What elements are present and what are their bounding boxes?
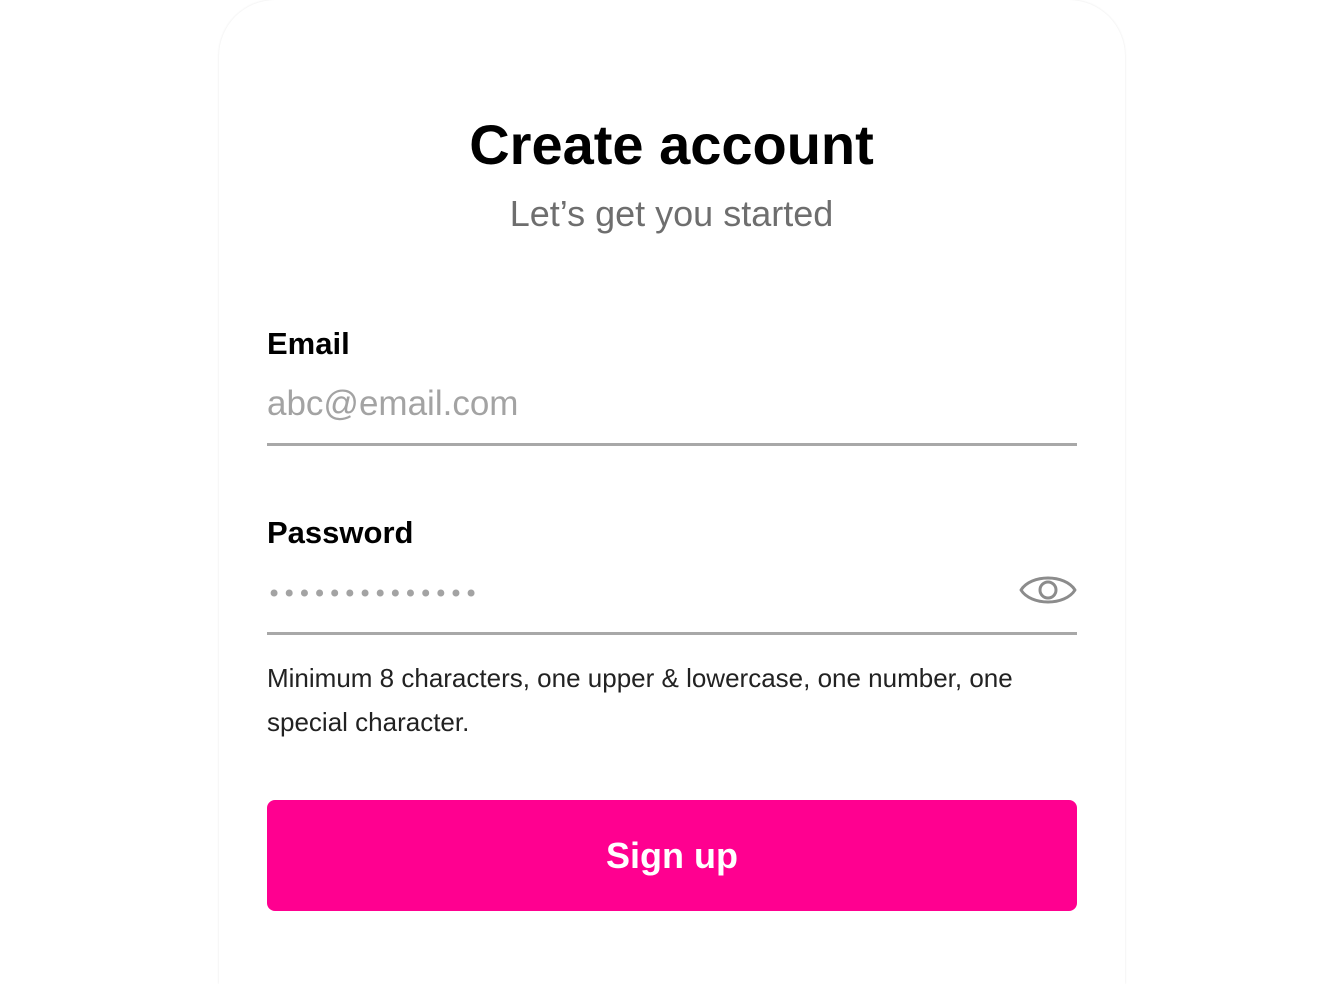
password-field[interactable]: ••••••••••••••: [267, 562, 1077, 635]
sign-up-button[interactable]: Sign up: [267, 800, 1077, 911]
email-label: Email: [267, 326, 350, 361]
page-subtitle: Let’s get you started: [509, 193, 834, 234]
email-field[interactable]: [267, 378, 987, 430]
password-label: Password: [267, 515, 414, 550]
password-masked-value: ••••••••••••••: [267, 580, 480, 608]
page-title: Create account: [469, 113, 874, 176]
eye-icon[interactable]: [1019, 566, 1077, 614]
email-field-container: [267, 378, 1077, 446]
password-requirements-hint: Minimum 8 characters, one upper & lowerc…: [267, 663, 1013, 737]
